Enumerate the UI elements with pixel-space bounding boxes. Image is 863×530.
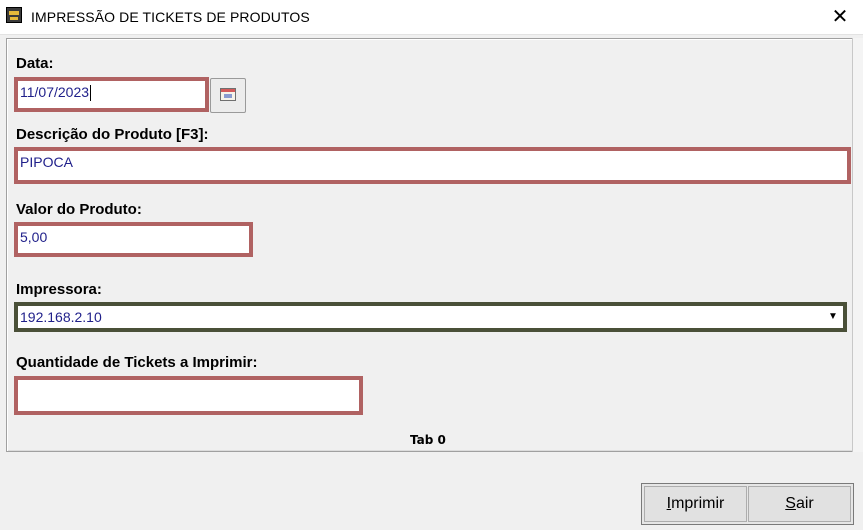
exit-accel: S	[785, 495, 796, 512]
tab-label[interactable]: Tab 0	[410, 433, 446, 447]
action-buttons: Imprimir Sair	[641, 483, 854, 525]
title-bar: IMPRESSÃO DE TICKETS DE PRODUTOS ✕	[0, 0, 863, 35]
date-value: 11/07/2023	[20, 84, 90, 100]
window-title: IMPRESSÃO DE TICKETS DE PRODUTOS	[31, 9, 310, 25]
date-label: Data:	[16, 55, 54, 72]
product-value-value: 5,00	[20, 229, 48, 245]
panel-edge	[852, 38, 863, 452]
app-icon[interactable]	[6, 7, 22, 23]
printer-label: Impressora:	[16, 281, 102, 298]
exit-label: air	[795, 495, 814, 512]
calendar-button[interactable]	[210, 78, 246, 113]
product-description-value: PIPOCA	[20, 154, 73, 170]
ticket-quantity-input[interactable]	[14, 376, 363, 415]
calendar-icon	[220, 88, 236, 101]
print-button[interactable]: Imprimir	[644, 486, 747, 522]
product-value-label: Valor do Produto:	[16, 201, 142, 218]
text-caret	[90, 85, 92, 102]
exit-button[interactable]: Sair	[748, 486, 851, 522]
ticket-quantity-label: Quantidade de Tickets a Imprimir:	[16, 354, 258, 371]
close-button[interactable]: ✕	[817, 0, 863, 34]
product-description-input[interactable]: PIPOCA	[14, 147, 851, 184]
printer-select[interactable]: 192.168.2.10 ▼	[14, 302, 847, 332]
close-icon: ✕	[831, 4, 849, 28]
product-description-label: Descrição do Produto [F3]:	[16, 126, 209, 143]
chevron-down-icon[interactable]: ▼	[825, 309, 841, 325]
product-value-input[interactable]: 5,00	[14, 222, 253, 257]
printer-value: 192.168.2.10	[20, 309, 102, 325]
date-input[interactable]: 11/07/2023	[14, 77, 209, 112]
print-label: mprimir	[671, 495, 725, 512]
